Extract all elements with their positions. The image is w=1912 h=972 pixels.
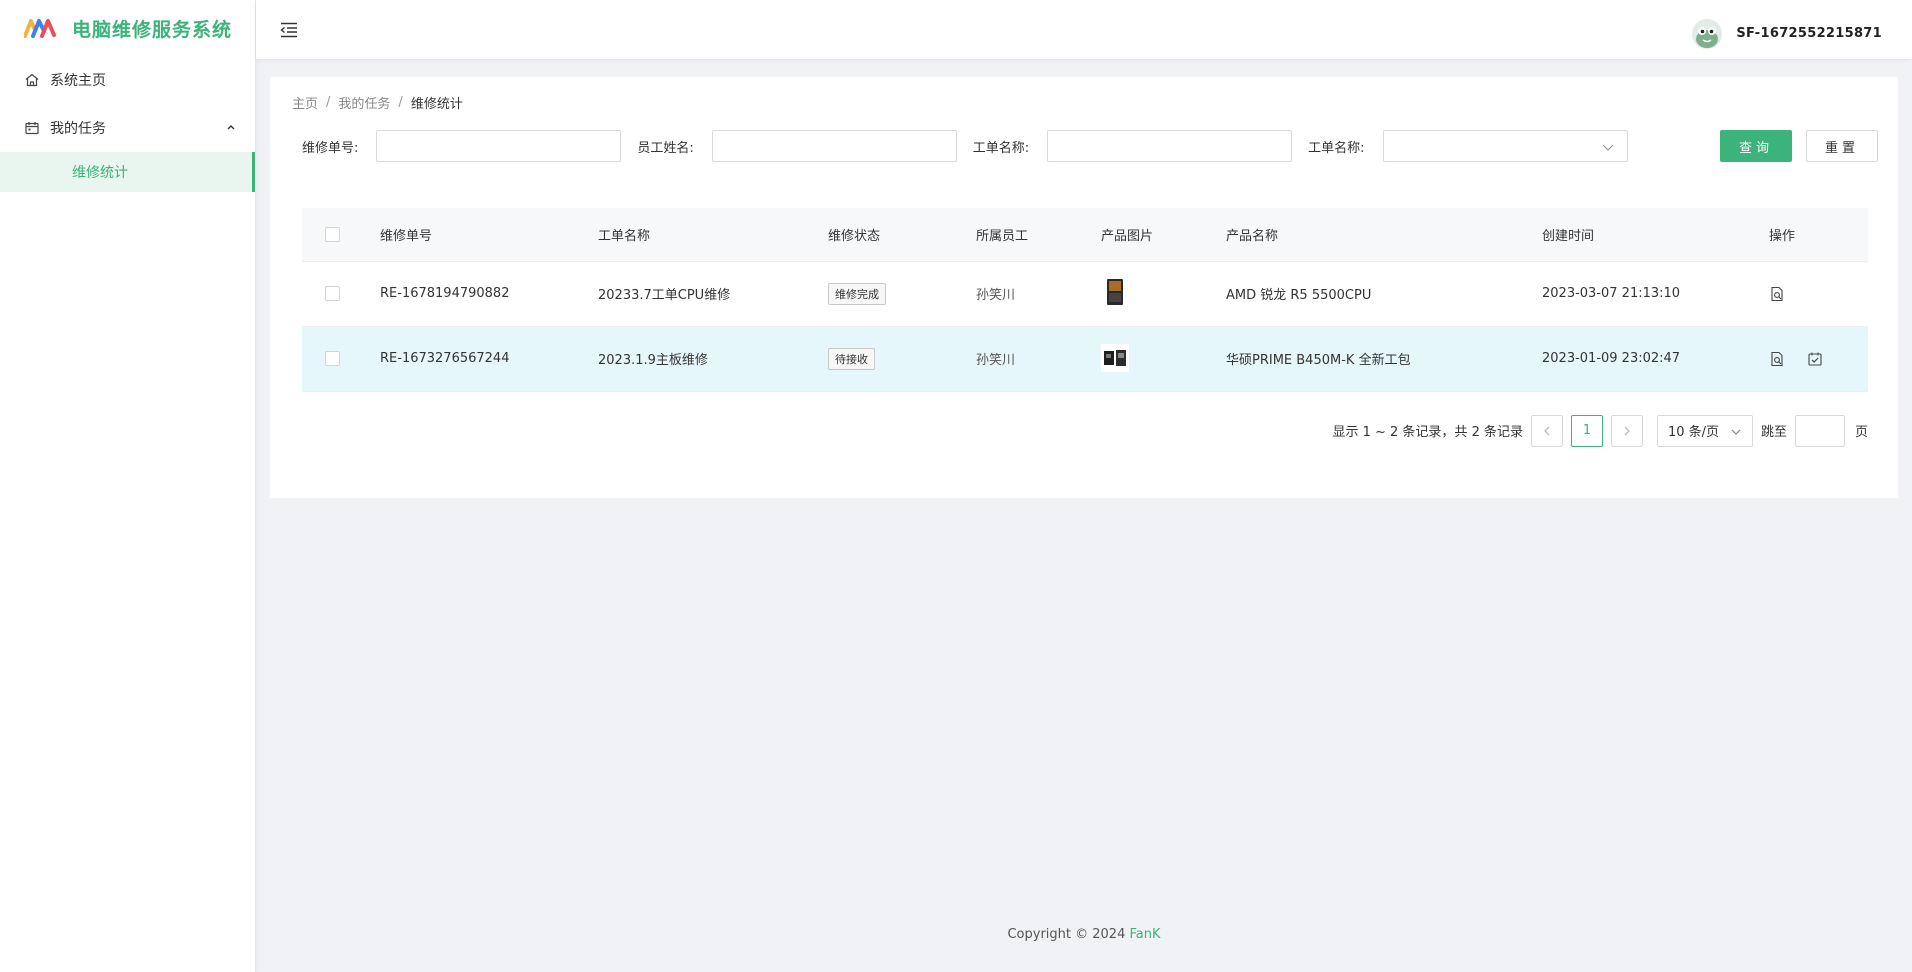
breadcrumb-separator: / [398,94,403,110]
page-size-value: 10 条/页 [1667,425,1720,440]
app-logo[interactable]: 电脑维修服务系统 [0,0,255,56]
order-name-select[interactable] [1382,130,1628,162]
breadcrumb: 主页 / 我的任务 / 维修统计 [290,93,1878,112]
employee-cell: 孙笑川 [976,326,1101,392]
view-details-icon[interactable] [1769,351,1785,367]
menu-fold-icon[interactable] [278,19,300,41]
user-name: SF-1672552215871 [1736,26,1882,41]
app-title: 电脑维修服务系统 [72,18,233,41]
sidebar-item-label: 维修统计 [72,165,128,181]
repair-no-input[interactable] [376,130,622,162]
status-badge: 待接收 [828,347,875,370]
logo-icon [24,19,56,38]
repair-no-label: 维修单号: [302,140,359,156]
column-header[interactable]: 创建时间 [1542,208,1769,262]
chevron-down-icon [1731,429,1741,435]
employee-name-label: 员工姓名: [637,140,694,156]
footer-brand-link[interactable]: FanK [1130,927,1161,942]
query-button[interactable]: 查询 [1719,130,1792,162]
repair-no-cell: RE-1673276567244 [380,326,598,392]
sidebar-item-my-tasks[interactable]: 我的任务 [0,104,255,152]
chevron-right-icon [1624,426,1630,435]
home-icon [24,72,40,88]
sidebar-item-home[interactable]: 系统主页 [0,56,255,104]
employee-name-input[interactable] [711,130,957,162]
pagination: 显示 1 ~ 2 条记录，共 2 条记录 1 10 条/页 跳至 页 [290,414,1868,447]
reset-button[interactable]: 重置 [1805,130,1878,162]
breadcrumb-my-tasks[interactable]: 我的任务 [338,93,390,112]
column-header: 产品图片 [1101,208,1226,262]
order-name-cell: 2023.1.9主板维修 [598,326,828,392]
order-name-cell: 20233.7工单CPU维修 [598,261,828,327]
sidebar: 电脑维修服务系统 系统主页 我的任务 维修统计 [0,0,256,972]
page-suffix: 页 [1854,425,1868,440]
column-header: 操作 [1769,208,1868,262]
order-name-label: 工单名称: [972,140,1030,156]
repair-table: 维修单号 工单名称 维修状态 所属员工 产品图片 产品名称 创建时间 操作 RE… [302,208,1868,392]
app-root: 电脑维修服务系统 系统主页 我的任务 维修统计 SF-1672552215871… [0,0,1912,972]
chevron-left-icon [1544,426,1550,435]
filter-form: 维修单号: 员工姓名: 工单名称: 工单名称: 查询 重置 [290,130,1878,162]
status-badge: 维修完成 [828,282,886,305]
row-checkbox[interactable] [325,351,340,366]
table-row[interactable]: RE-1673276567244 2023.1.9主板维修 待接收 孙笑川 华硕… [302,326,1868,392]
sidebar-item-repair-stats[interactable]: 维修统计 [0,152,255,192]
calendar-icon [24,120,40,136]
jump-page-input[interactable] [1794,414,1845,447]
breadcrumb-home[interactable]: 主页 [292,93,318,112]
view-details-icon[interactable] [1769,286,1785,302]
avatar [1692,18,1723,49]
select-all-checkbox[interactable] [325,226,340,242]
sidebar-item-label: 我的任务 [50,121,106,137]
main-area: SF-1672552215871 主页 / 我的任务 / 维修统计 维修单号: … [256,0,1912,972]
content: 主页 / 我的任务 / 维修统计 维修单号: 员工姓名: 工单名称: 工单名称: [256,59,1912,972]
pagination-summary: 显示 1 ~ 2 条记录，共 2 条记录 [1332,425,1523,440]
table-row[interactable]: RE-1678194790882 20233.7工单CPU维修 维修完成 孙笑川… [302,261,1868,327]
employee-cell: 孙笑川 [976,261,1101,327]
repair-no-cell: RE-1678194790882 [380,261,598,327]
table-header-row: 维修单号 工单名称 维修状态 所属员工 产品图片 产品名称 创建时间 操作 [302,208,1868,262]
column-header[interactable]: 工单名称 [598,208,828,262]
chevron-down-icon [1602,144,1613,151]
user-menu[interactable]: SF-1672552215871 [1692,18,1882,49]
breadcrumb-current: 维修统计 [410,96,463,112]
created-time-cell: 2023-03-07 21:13:10 [1542,261,1769,327]
column-header[interactable]: 维修状态 [828,208,976,262]
page-number-button[interactable]: 1 [1570,414,1603,447]
prev-page-button[interactable] [1530,414,1563,447]
created-time-cell: 2023-01-09 23:02:47 [1542,326,1769,392]
column-header[interactable]: 所属员工 [976,208,1101,262]
footer: Copyright © 2024 FanK [256,927,1912,942]
product-image[interactable] [1101,344,1129,372]
filter-actions: 查询 重置 [1719,130,1878,162]
chevron-up-icon [227,125,235,130]
next-page-button[interactable] [1610,414,1643,447]
breadcrumb-separator: / [326,94,331,110]
sidebar-item-label: 系统主页 [50,73,106,89]
calendar-check-icon[interactable] [1807,351,1823,367]
page-size-select[interactable]: 10 条/页 [1656,414,1753,447]
order-name-select-label: 工单名称: [1308,140,1365,156]
column-header[interactable]: 产品名称 [1226,208,1542,262]
row-checkbox[interactable] [325,286,340,301]
content-card: 主页 / 我的任务 / 维修统计 维修单号: 员工姓名: 工单名称: 工单名称: [270,77,1898,498]
copyright-text: Copyright © 2024 [1007,927,1130,942]
top-header: SF-1672552215871 [256,0,1912,59]
order-name-input[interactable] [1047,130,1293,162]
product-name-cell: AMD 锐龙 R5 5500CPU [1226,261,1542,327]
column-header[interactable]: 维修单号 [380,208,598,262]
product-name-cell: 华硕PRIME B450M-K 全新工包 [1226,326,1542,392]
jump-label: 跳至 [1760,425,1787,440]
product-image[interactable] [1101,278,1129,306]
